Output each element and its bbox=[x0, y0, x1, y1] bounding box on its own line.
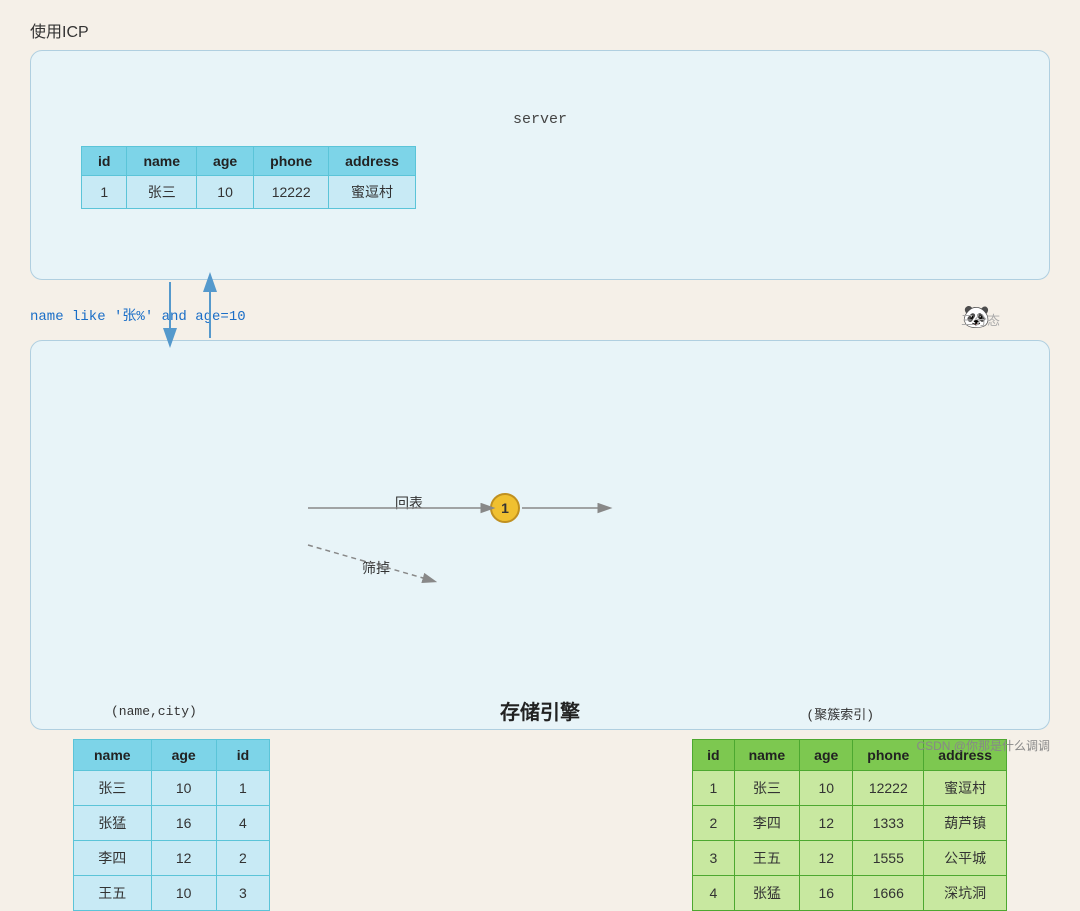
cl-cell-age-3: 12 bbox=[800, 841, 853, 876]
idx-col-age: age bbox=[151, 740, 216, 771]
footer-text: CSDN @你那是什么调调 bbox=[916, 737, 1050, 754]
idx-row-3: 李四 12 2 bbox=[74, 841, 270, 876]
idx-col-name: name bbox=[74, 740, 152, 771]
idx-cell-name-2: 张猛 bbox=[74, 806, 152, 841]
server-cell-age: 10 bbox=[197, 176, 254, 209]
idx-cell-name-3: 李四 bbox=[74, 841, 152, 876]
clustered-index-label: (聚簇索引) bbox=[806, 704, 874, 723]
server-box: server id name age phone address 1 张三 10… bbox=[30, 50, 1050, 280]
server-cell-name: 张三 bbox=[127, 176, 197, 209]
cl-cell-age-1: 10 bbox=[800, 771, 853, 806]
idx-cell-age-1: 10 bbox=[151, 771, 216, 806]
idx-cell-id-1: 1 bbox=[216, 771, 269, 806]
cl-cell-phone-1: 12222 bbox=[853, 771, 924, 806]
engine-box: 存储引擎 (name,city) (聚簇索引) name age id 张三 1… bbox=[30, 340, 1050, 730]
circle-badge: 1 bbox=[490, 493, 520, 523]
index-table: name age id 张三 10 1 张猛 16 4 李四 12 2 王五 bbox=[73, 739, 270, 911]
idx-col-id: id bbox=[216, 740, 269, 771]
idx-cell-name-4: 王五 bbox=[74, 876, 152, 911]
cl-cell-age-4: 16 bbox=[800, 876, 853, 911]
cl-cell-address-2: 葫芦镇 bbox=[924, 806, 1007, 841]
cl-row-3: 3 王五 12 1555 公平城 bbox=[693, 841, 1007, 876]
cl-cell-address-1: 蜜逗村 bbox=[924, 771, 1007, 806]
cl-cell-address-3: 公平城 bbox=[924, 841, 1007, 876]
cl-cell-name-2: 李四 bbox=[734, 806, 800, 841]
cl-cell-id-4: 4 bbox=[693, 876, 734, 911]
engine-label: 存储引擎 bbox=[500, 696, 580, 725]
query-label: name like '张%' and age=10 bbox=[30, 305, 246, 325]
name-city-label: (name,city) bbox=[111, 704, 197, 719]
cl-col-id: id bbox=[693, 740, 734, 771]
cl-cell-name-3: 王五 bbox=[734, 841, 800, 876]
page-title: 使用ICP bbox=[30, 18, 89, 42]
idx-cell-name-1: 张三 bbox=[74, 771, 152, 806]
server-cell-phone: 12222 bbox=[254, 176, 329, 209]
server-col-age: age bbox=[197, 147, 254, 176]
server-col-phone: phone bbox=[254, 147, 329, 176]
huitao-label: 回表 bbox=[395, 493, 423, 513]
server-col-id: id bbox=[82, 147, 127, 176]
idx-cell-age-2: 16 bbox=[151, 806, 216, 841]
cl-col-age: age bbox=[800, 740, 853, 771]
server-col-name: name bbox=[127, 147, 197, 176]
clustered-table: id name age phone address 1 张三 10 12222 … bbox=[692, 739, 1007, 911]
cl-cell-address-4: 深坑洞 bbox=[924, 876, 1007, 911]
cl-row-2: 2 李四 12 1333 葫芦镇 bbox=[693, 806, 1007, 841]
idx-cell-age-3: 12 bbox=[151, 841, 216, 876]
cl-cell-id-2: 2 bbox=[693, 806, 734, 841]
watermark-text: 三分态 bbox=[961, 310, 1000, 329]
cl-cell-id-1: 1 bbox=[693, 771, 734, 806]
cl-cell-phone-2: 1333 bbox=[853, 806, 924, 841]
server-cell-address: 蜜逗村 bbox=[329, 176, 416, 209]
cl-cell-name-4: 张猛 bbox=[734, 876, 800, 911]
idx-row-2: 张猛 16 4 bbox=[74, 806, 270, 841]
idx-cell-id-2: 4 bbox=[216, 806, 269, 841]
shaidiao-label: 筛掉 bbox=[362, 558, 390, 578]
cl-col-phone: phone bbox=[853, 740, 924, 771]
cl-row-4: 4 张猛 16 1666 深坑洞 bbox=[693, 876, 1007, 911]
cl-col-name: name bbox=[734, 740, 800, 771]
cl-cell-age-2: 12 bbox=[800, 806, 853, 841]
server-table: id name age phone address 1 张三 10 12222 … bbox=[81, 146, 416, 209]
server-row-1: 1 张三 10 12222 蜜逗村 bbox=[82, 176, 416, 209]
server-label: server bbox=[513, 111, 567, 128]
cl-row-1: 1 张三 10 12222 蜜逗村 bbox=[693, 771, 1007, 806]
idx-cell-id-4: 3 bbox=[216, 876, 269, 911]
idx-cell-id-3: 2 bbox=[216, 841, 269, 876]
cl-cell-phone-4: 1666 bbox=[853, 876, 924, 911]
server-cell-id: 1 bbox=[82, 176, 127, 209]
cl-cell-name-1: 张三 bbox=[734, 771, 800, 806]
server-col-address: address bbox=[329, 147, 416, 176]
cl-cell-id-3: 3 bbox=[693, 841, 734, 876]
idx-row-1: 张三 10 1 bbox=[74, 771, 270, 806]
cl-cell-phone-3: 1555 bbox=[853, 841, 924, 876]
idx-cell-age-4: 10 bbox=[151, 876, 216, 911]
idx-row-4: 王五 10 3 bbox=[74, 876, 270, 911]
